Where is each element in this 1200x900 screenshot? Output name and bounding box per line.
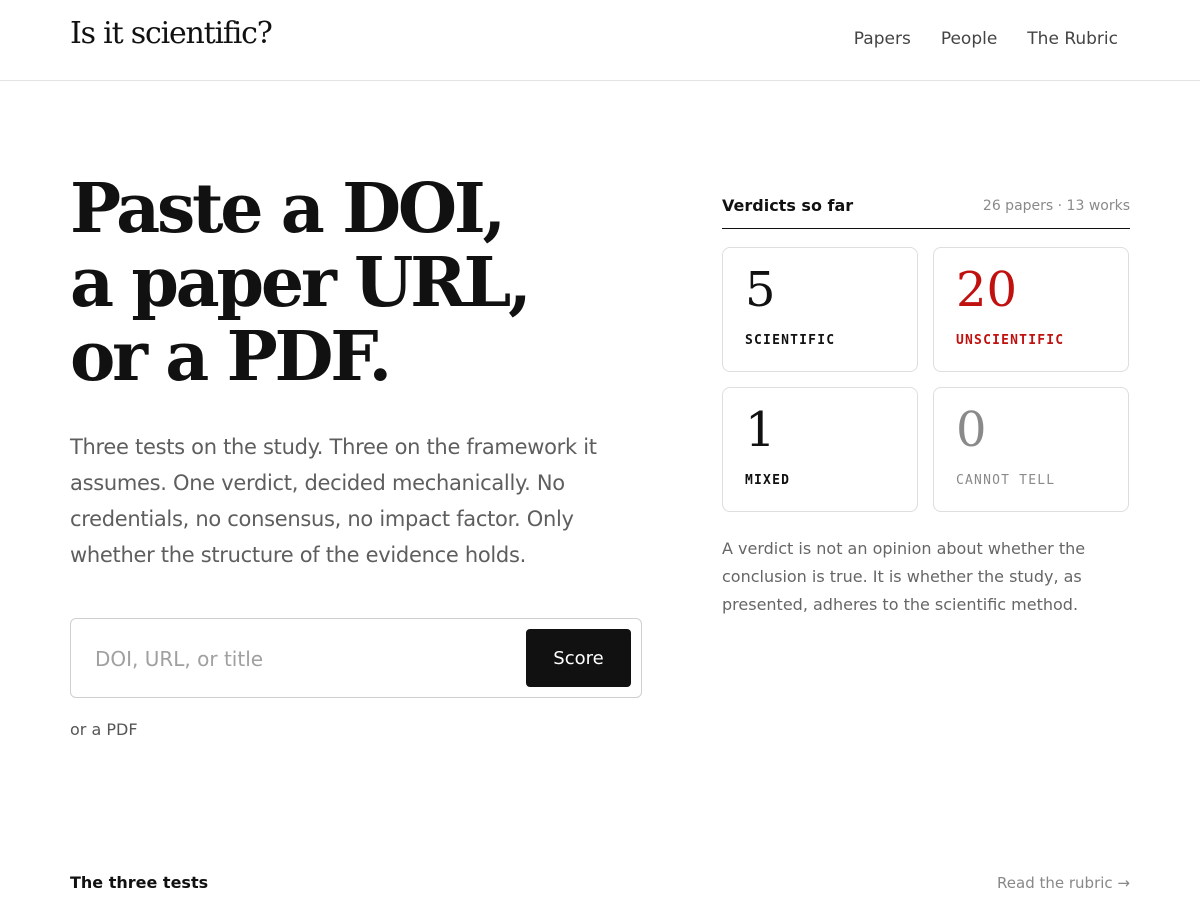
verdict-card-unscientific[interactable]: 20 UNSCIENTIFIC [933, 247, 1129, 372]
verdict-count: 0 [956, 402, 987, 458]
verdict-label: CANNOT TELL [956, 473, 1056, 488]
hero-title-line: a paper URL, [70, 243, 532, 323]
verdict-card-cannot-tell[interactable]: 0 CANNOT TELL [933, 387, 1129, 512]
hero-title-line: Paste a DOI, [70, 169, 506, 249]
doi-search-input[interactable] [95, 639, 515, 679]
main-nav: Papers People The Rubric [854, 29, 1118, 49]
verdicts-header: Verdicts so far 26 papers · 13 works [722, 196, 1130, 229]
site-header: Is it scientific? Papers People The Rubr… [0, 0, 1200, 81]
verdict-count: 5 [745, 262, 776, 318]
hero-description: Three tests on the study. Three on the f… [70, 435, 597, 567]
score-form: Score [70, 618, 642, 698]
verdict-explanation: A verdict is not an opinion about whethe… [722, 539, 1086, 614]
three-tests-heading: The three tests [70, 873, 209, 892]
verdicts-count-meta: 26 papers · 13 works [982, 198, 1130, 214]
hero-title-line: or a PDF. [70, 317, 392, 397]
verdicts-title: Verdicts so far [722, 196, 854, 215]
hero-title: Paste a DOI, a paper URL, or a PDF. [70, 172, 670, 394]
verdict-label: SCIENTIFIC [745, 333, 836, 348]
score-button[interactable]: Score [526, 629, 631, 687]
pdf-upload-link[interactable]: or a PDF [70, 720, 138, 739]
nav-link-papers[interactable]: Papers [854, 29, 911, 49]
site-logo[interactable]: Is it scientific? [70, 16, 273, 51]
verdict-count: 1 [745, 402, 776, 458]
verdict-card-mixed[interactable]: 1 MIXED [722, 387, 918, 512]
read-rubric-link[interactable]: Read the rubric → [997, 874, 1130, 892]
nav-link-rubric[interactable]: The Rubric [1027, 29, 1118, 49]
verdict-count: 20 [956, 262, 1018, 318]
nav-link-people[interactable]: People [941, 29, 997, 49]
verdict-label: UNSCIENTIFIC [956, 333, 1065, 348]
verdict-label: MIXED [745, 473, 791, 488]
verdict-card-scientific[interactable]: 5 SCIENTIFIC [722, 247, 918, 372]
